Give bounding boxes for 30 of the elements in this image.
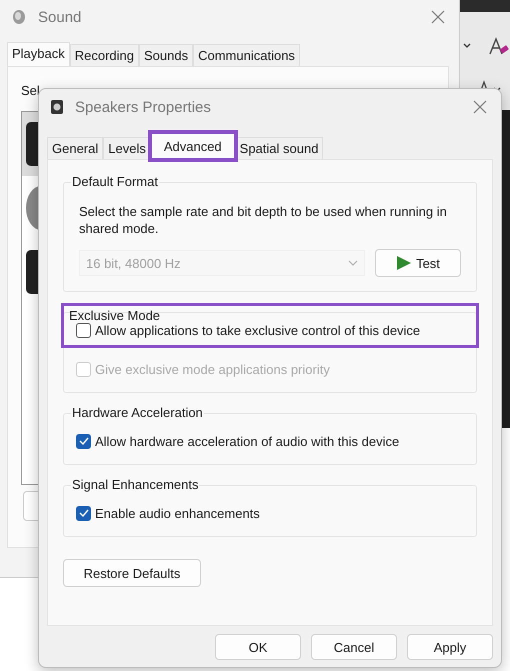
play-icon	[396, 255, 412, 271]
chevron-down-icon	[348, 260, 358, 266]
speaker-icon	[10, 8, 28, 26]
checkbox-option[interactable]: Allow hardware acceleration of audio with this device	[76, 430, 464, 452]
instruction-text: Sel	[21, 83, 40, 98]
tab[interactable]: Communications	[193, 44, 300, 66]
check-icon	[78, 437, 88, 445]
restore-defaults-button[interactable]: Restore Defaults	[63, 559, 201, 587]
description-text: Select the sample rate and bit depth to be used when running in shared mode.	[79, 203, 448, 237]
checkbox[interactable]	[76, 506, 91, 520]
checkbox[interactable]	[76, 322, 91, 338]
test-button[interactable]: Test	[375, 249, 461, 277]
app-title-bar	[460, 0, 510, 12]
checkbox[interactable]	[76, 434, 91, 448]
dialog-button[interactable]: OK	[215, 634, 301, 660]
tab[interactable]: Levels	[103, 137, 151, 159]
checkbox-option[interactable]: Enable audio enhancements	[76, 502, 464, 524]
group-title: Signal Enhancements	[71, 477, 200, 493]
tab[interactable]: General	[47, 137, 104, 159]
tab[interactable]: Advanced	[150, 133, 235, 159]
window-title: Speakers Properties	[75, 98, 211, 116]
dialog-button[interactable]: Cancel	[311, 634, 397, 660]
tab[interactable]: Recording	[70, 44, 140, 66]
dialog-button[interactable]: Apply	[407, 634, 493, 660]
tab[interactable]: Playback	[7, 42, 70, 66]
check-icon	[78, 509, 88, 517]
caret-icon[interactable]	[462, 42, 472, 50]
tab[interactable]: Sounds	[139, 44, 194, 66]
speaker-icon	[49, 99, 65, 115]
window-title: Sound	[38, 8, 82, 26]
